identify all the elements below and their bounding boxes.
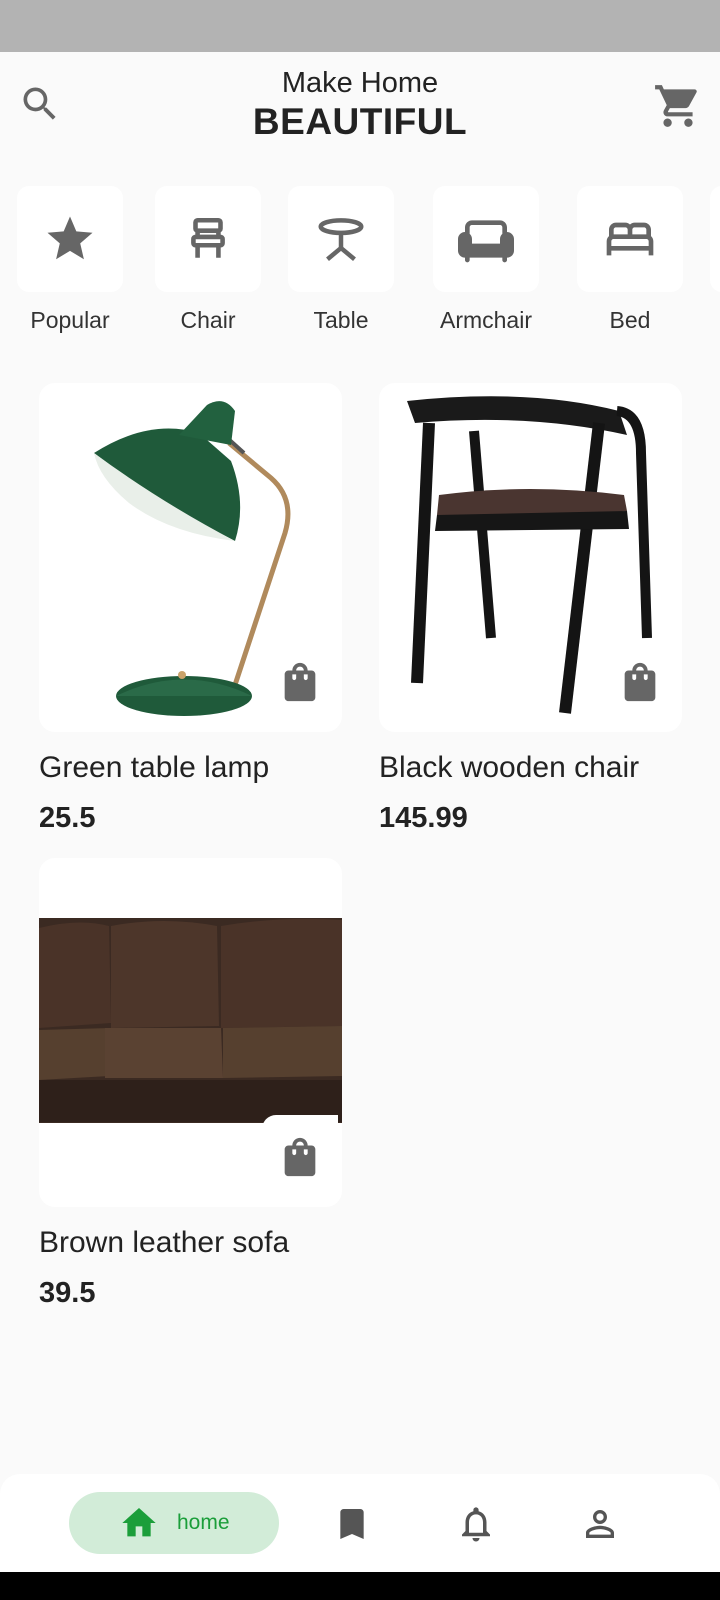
star-icon	[47, 216, 93, 260]
cart-icon	[655, 85, 697, 127]
nav-notifications[interactable]	[446, 1494, 506, 1554]
category-icon-box	[17, 186, 123, 292]
category-label: Armchair	[439, 307, 532, 333]
product-name: Green table lamp	[39, 751, 270, 784]
home-icon	[122, 1508, 156, 1537]
category-chair[interactable]: Chair	[143, 186, 273, 334]
search-icon	[23, 87, 56, 120]
bed-icon	[606, 222, 654, 256]
category-armchair[interactable]: Armchair	[421, 186, 551, 334]
category-bed[interactable]: Bed	[565, 186, 695, 334]
category-icon-box	[288, 186, 394, 292]
search-button[interactable]	[16, 80, 64, 128]
add-to-bag-button[interactable]	[262, 1115, 338, 1199]
nav-home-label: home	[177, 1511, 230, 1534]
table-icon	[318, 218, 364, 261]
category-label: Table	[313, 307, 369, 333]
person-icon	[586, 1510, 614, 1538]
category-table[interactable]: Table	[276, 186, 406, 334]
product-card[interactable]: Brown leather sofa 39.5	[39, 858, 342, 1311]
product-name: Black wooden chair	[379, 751, 640, 784]
product-price: 25.5	[39, 802, 96, 834]
product-card[interactable]: Green table lamp 25.5	[39, 383, 342, 836]
product-name: Brown leather sofa	[39, 1226, 290, 1259]
bookmark-icon	[340, 1509, 364, 1539]
shopping-bag-icon	[624, 662, 656, 702]
category-next-peek[interactable]	[710, 186, 720, 292]
shopping-bag-icon	[284, 662, 316, 702]
nav-bookmarks[interactable]	[322, 1494, 382, 1554]
product-price: 145.99	[379, 802, 468, 834]
page-title: Make Home BEAUTIFUL	[160, 66, 560, 144]
product-image[interactable]	[39, 383, 342, 732]
product-card[interactable]: Black wooden chair 145.99	[379, 383, 682, 836]
nav-home[interactable]: home	[69, 1492, 279, 1554]
product-price: 39.5	[39, 1277, 96, 1309]
shopping-bag-icon	[284, 1137, 316, 1177]
product-image[interactable]	[379, 383, 682, 732]
category-list: Popular Chair Table Armchair Bed	[0, 186, 720, 346]
status-bar	[0, 0, 720, 52]
category-label: Popular	[30, 307, 110, 333]
chair-icon	[191, 217, 225, 258]
bottom-navigation: home	[0, 1474, 720, 1572]
category-icon-box	[433, 186, 539, 292]
category-icon-box	[577, 186, 683, 292]
category-icon-box	[155, 186, 261, 292]
bell-icon	[462, 1507, 490, 1542]
add-to-bag-button[interactable]	[602, 640, 678, 724]
category-label: Bed	[609, 307, 651, 333]
product-image[interactable]	[39, 858, 342, 1207]
cart-button[interactable]	[652, 80, 704, 132]
title-main: BEAUTIFUL	[252, 101, 468, 142]
category-popular[interactable]: Popular	[5, 186, 135, 334]
header: Make Home BEAUTIFUL	[0, 52, 720, 162]
nav-profile[interactable]	[570, 1494, 630, 1554]
title-subtitle: Make Home	[281, 67, 439, 99]
add-to-bag-button[interactable]	[262, 640, 338, 724]
armchair-icon	[458, 220, 514, 263]
system-navigation-bar	[0, 1572, 720, 1600]
category-label: Chair	[180, 307, 236, 333]
